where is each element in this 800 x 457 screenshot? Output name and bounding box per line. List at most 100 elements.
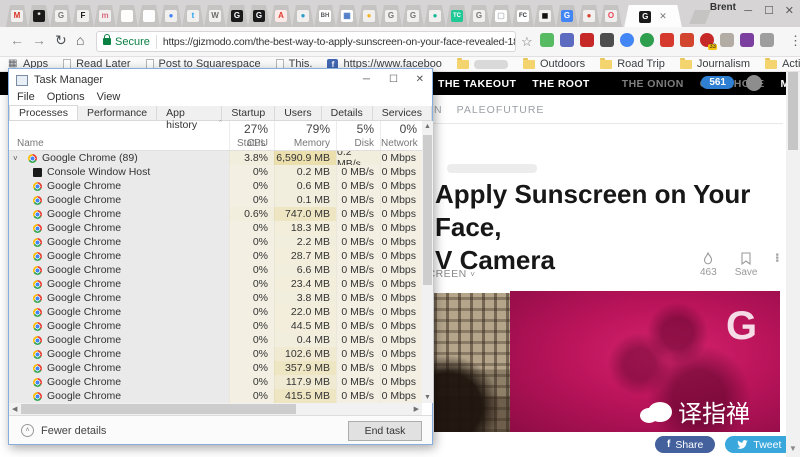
process-row[interactable]: Google Chrome0%18.3 MB0 MB/s0 Mbps bbox=[9, 221, 422, 235]
browser-tab[interactable]: ● bbox=[578, 5, 600, 27]
browser-tab[interactable]: W bbox=[204, 5, 226, 27]
process-row[interactable]: Google Chrome0%3.8 MB0 MB/s0 Mbps bbox=[9, 291, 422, 305]
browser-tab[interactable]: G bbox=[226, 5, 248, 27]
bookmark-item[interactable] bbox=[457, 60, 508, 69]
browser-tab[interactable]: TC bbox=[446, 5, 468, 27]
url-text[interactable]: https://gizmodo.com/the-best-way-to-appl… bbox=[163, 36, 516, 48]
extension-icon[interactable]: 33 bbox=[700, 33, 714, 47]
scroll-right-icon[interactable]: ▶ bbox=[414, 405, 419, 413]
column-header-network[interactable]: Network bbox=[381, 138, 417, 149]
browser-menu-icon[interactable]: ⋮ bbox=[789, 33, 800, 49]
likes-control[interactable]: 463 bbox=[700, 252, 717, 278]
end-task-button[interactable]: End task bbox=[348, 421, 422, 441]
nav-item[interactable]: THE ONION bbox=[622, 78, 684, 90]
tab-startup[interactable]: Startup bbox=[222, 106, 275, 120]
process-row[interactable]: Google Chrome0%22.0 MB0 MB/s0 Mbps bbox=[9, 305, 422, 319]
column-header-cpu[interactable]: CPU bbox=[230, 138, 268, 149]
nav-item[interactable]: THE ROOT bbox=[532, 78, 589, 90]
tweet-button[interactable]: Tweet bbox=[725, 436, 793, 453]
facebook-share-button[interactable]: f Share bbox=[655, 436, 715, 453]
process-row[interactable]: Google Chrome0%117.9 MB0 MB/s0 Mbps bbox=[9, 375, 422, 389]
page-scrollbar-thumb[interactable] bbox=[788, 72, 798, 150]
home-icon[interactable]: ⌂ bbox=[76, 33, 84, 47]
process-row[interactable]: Google Chrome0%2.2 MB0 MB/s0 Mbps bbox=[9, 235, 422, 249]
tab-performance[interactable]: Performance bbox=[78, 106, 157, 120]
reload-icon[interactable]: ↻ bbox=[55, 33, 67, 47]
browser-tab[interactable]: G bbox=[248, 5, 270, 27]
avatar[interactable] bbox=[746, 75, 762, 91]
extension-icon[interactable] bbox=[600, 33, 614, 47]
expander-chevron-icon[interactable]: ˅ bbox=[13, 154, 23, 163]
fewer-details-toggle[interactable]: ˄ Fewer details bbox=[21, 424, 106, 437]
profile-name[interactable]: Brent bbox=[710, 2, 736, 13]
browser-tab[interactable]: A bbox=[270, 5, 292, 27]
process-row[interactable]: Google Chrome0%44.5 MB0 MB/s0 Mbps bbox=[9, 319, 422, 333]
tab-close-icon[interactable]: ✕ bbox=[659, 11, 667, 22]
tab-details[interactable]: Details bbox=[322, 106, 373, 120]
notification-badge[interactable]: 561 bbox=[701, 76, 734, 89]
extension-icon[interactable] bbox=[740, 33, 754, 47]
nav-item[interactable]: THE TAKEOUT bbox=[438, 78, 516, 90]
process-row[interactable]: Console Window Host0%0.2 MB0 MB/s0 Mbps bbox=[9, 165, 422, 179]
browser-tab[interactable]: t bbox=[182, 5, 204, 27]
process-row[interactable]: Google Chrome0%23.4 MB0 MB/s0 Mbps bbox=[9, 277, 422, 291]
browser-tab[interactable]: ● bbox=[160, 5, 182, 27]
menu-view[interactable]: View bbox=[97, 91, 121, 105]
tm-close-button[interactable]: ✕ bbox=[416, 74, 424, 85]
menu-options[interactable]: Options bbox=[47, 91, 85, 105]
scroll-down-icon[interactable]: ▼ bbox=[424, 394, 431, 401]
process-row[interactable]: Google Chrome0.6%747.0 MB0 MB/s0 Mbps bbox=[9, 207, 422, 221]
forward-icon[interactable]: → bbox=[32, 33, 46, 47]
process-row[interactable]: Google Chrome0%415.5 MB0 MB/s0 Mbps bbox=[9, 389, 422, 403]
browser-tab[interactable]: F bbox=[72, 5, 94, 27]
browser-tab[interactable]: G bbox=[468, 5, 490, 27]
tab-services[interactable]: Services bbox=[373, 106, 432, 120]
browser-tab[interactable]: ● bbox=[424, 5, 446, 27]
scroll-left-icon[interactable]: ◀ bbox=[12, 405, 17, 413]
browser-tab[interactable]: ▢ bbox=[490, 5, 512, 27]
browser-tab[interactable]: M bbox=[6, 5, 28, 27]
browser-tab-active[interactable]: G✕ bbox=[624, 5, 682, 28]
browser-tab[interactable] bbox=[116, 5, 138, 27]
browser-tab[interactable]: m bbox=[94, 5, 116, 27]
extension-icon[interactable] bbox=[680, 33, 694, 47]
browser-tab[interactable]: BH bbox=[314, 5, 336, 27]
column-header-disk[interactable]: Disk bbox=[337, 138, 374, 149]
window-maximize-button[interactable]: ☐ bbox=[764, 6, 774, 17]
bookmark-star-icon[interactable]: ☆ bbox=[521, 34, 533, 50]
browser-tab[interactable]: ▦ bbox=[336, 5, 358, 27]
process-row[interactable]: Google Chrome0%6.6 MB0 MB/s0 Mbps bbox=[9, 263, 422, 277]
more-options-control[interactable]: ••• bbox=[775, 252, 779, 278]
browser-tab[interactable]: ● bbox=[292, 5, 314, 27]
bookmark-item[interactable]: Road Trip bbox=[600, 58, 665, 70]
browser-tab[interactable]: G bbox=[50, 5, 72, 27]
browser-tab[interactable]: ● bbox=[358, 5, 380, 27]
browser-tab[interactable] bbox=[138, 5, 160, 27]
browser-tab[interactable]: * bbox=[28, 5, 50, 27]
extension-icon[interactable] bbox=[720, 33, 734, 47]
bookmark-item[interactable]: Journalism bbox=[680, 58, 750, 70]
browser-tab[interactable]: G bbox=[380, 5, 402, 27]
browser-tab[interactable]: ◼ bbox=[534, 5, 556, 27]
menu-file[interactable]: File bbox=[17, 91, 35, 105]
tab-processes[interactable]: Processes bbox=[9, 105, 78, 120]
process-row[interactable]: Google Chrome0%102.6 MB0 MB/s0 Mbps bbox=[9, 347, 422, 361]
process-row[interactable]: Google Chrome0%28.7 MB0 MB/s0 Mbps bbox=[9, 249, 422, 263]
process-row[interactable]: Google Chrome0%0.4 MB0 MB/s0 Mbps bbox=[9, 333, 422, 347]
tm-maximize-button[interactable]: ☐ bbox=[389, 74, 398, 85]
scroll-down-arrow-icon[interactable]: ▼ bbox=[789, 444, 797, 453]
extension-icon[interactable] bbox=[560, 33, 574, 47]
browser-tab[interactable]: FC bbox=[512, 5, 534, 27]
extension-icon[interactable] bbox=[640, 33, 654, 47]
bookmark-item[interactable]: Outdoors bbox=[523, 58, 585, 70]
extension-icon[interactable] bbox=[580, 33, 594, 47]
extension-icon[interactable] bbox=[620, 33, 634, 47]
process-row[interactable]: Google Chrome0%0.6 MB0 MB/s0 Mbps bbox=[9, 179, 422, 193]
tm-horizontal-scrollbar[interactable]: ◀ ▶ bbox=[9, 403, 422, 415]
process-row[interactable]: ˅Google Chrome (89)3.8%6,590.9 MB0.2 MB/… bbox=[9, 151, 422, 165]
tm-hscroll-thumb[interactable] bbox=[21, 404, 296, 414]
tab-users[interactable]: Users bbox=[275, 106, 321, 120]
browser-tab[interactable]: O bbox=[600, 5, 622, 27]
scroll-up-icon[interactable]: ▲ bbox=[424, 123, 431, 130]
column-header-name[interactable]: Name bbox=[17, 138, 44, 149]
